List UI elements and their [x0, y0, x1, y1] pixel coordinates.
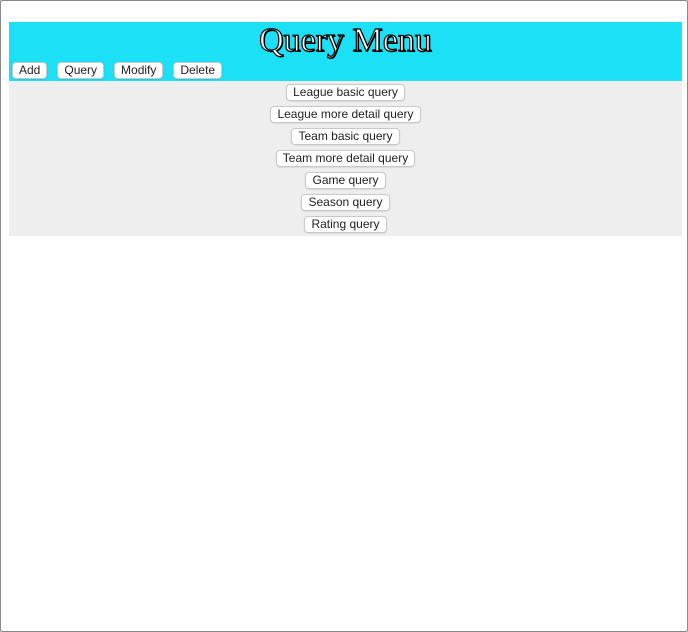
add-button[interactable]: Add: [12, 62, 48, 79]
page-title: Query Menu: [258, 21, 432, 59]
window-frame: Query Menu Add Query Modify Delete Leagu…: [0, 0, 688, 632]
league-detail-query-button[interactable]: League more detail query: [270, 106, 421, 123]
query-submenu: League basic query League more detail qu…: [9, 81, 682, 236]
modify-button[interactable]: Modify: [114, 62, 164, 79]
league-basic-query-button[interactable]: League basic query: [286, 84, 405, 101]
season-query-button[interactable]: Season query: [301, 194, 390, 211]
top-nav: Add Query Modify Delete: [12, 62, 223, 79]
delete-button[interactable]: Delete: [173, 62, 223, 79]
query-button[interactable]: Query: [57, 62, 105, 79]
header-bar: Query Menu Add Query Modify Delete: [9, 21, 682, 81]
rating-query-button[interactable]: Rating query: [304, 216, 387, 233]
team-detail-query-button[interactable]: Team more detail query: [275, 150, 416, 167]
team-basic-query-button[interactable]: Team basic query: [291, 128, 400, 145]
game-query-button[interactable]: Game query: [305, 172, 386, 189]
